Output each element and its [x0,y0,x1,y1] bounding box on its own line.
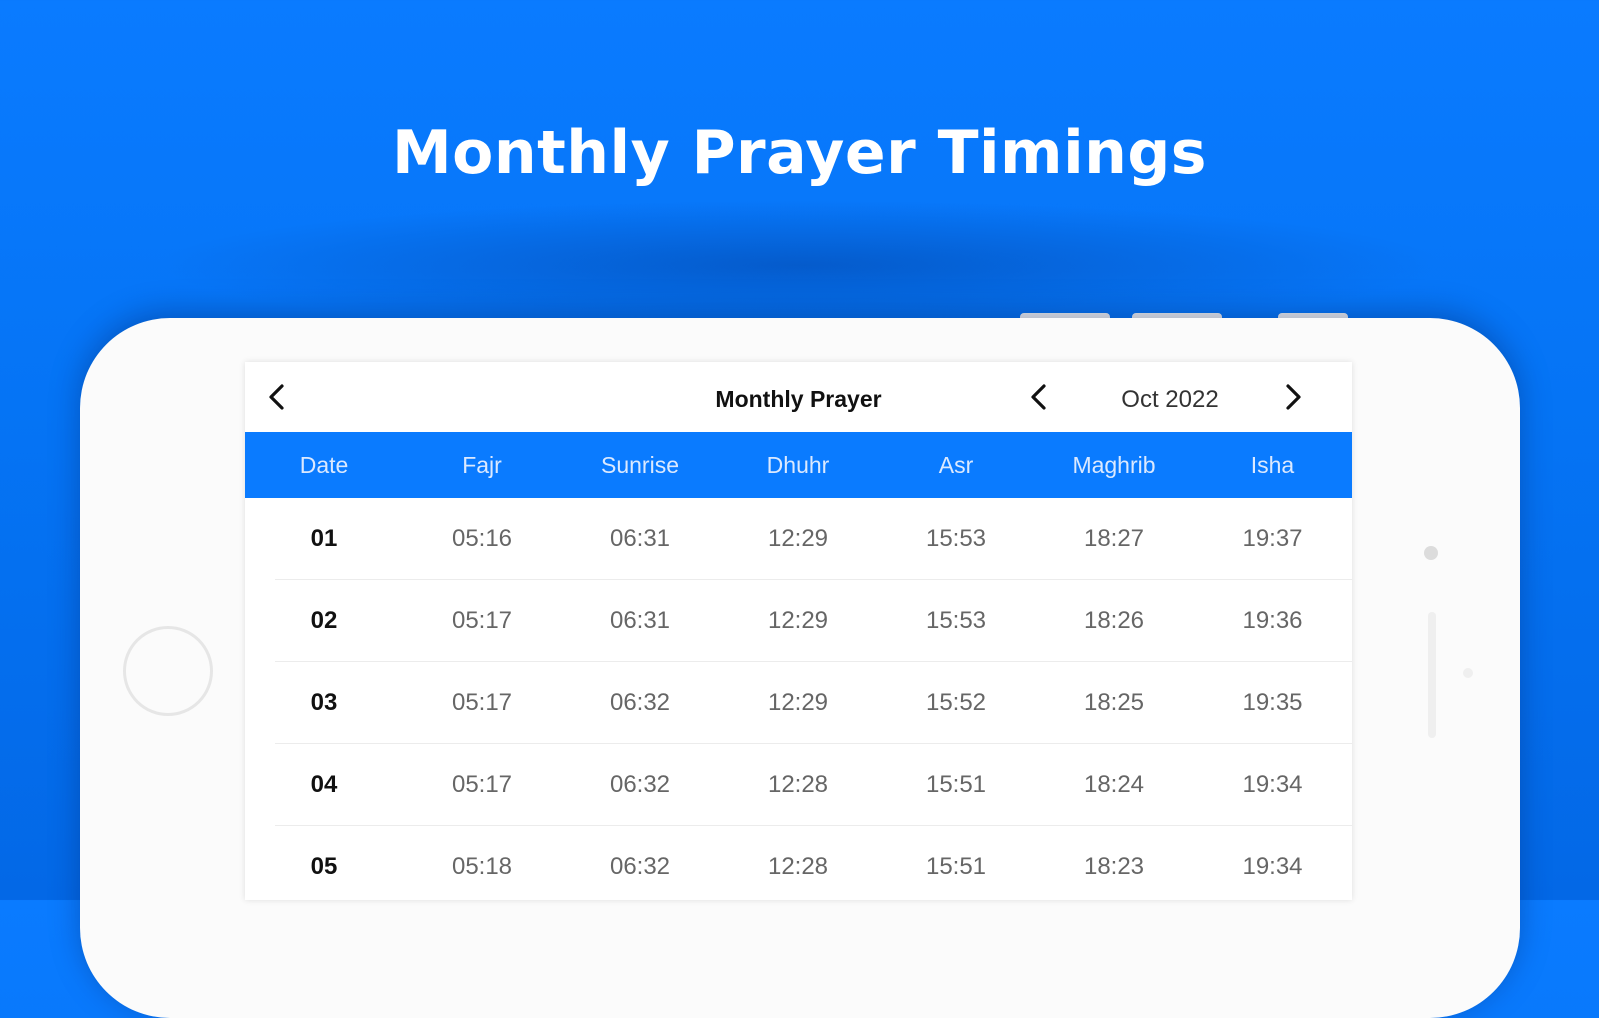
table-header: Date Fajr Sunrise Dhuhr Asr Maghrib Isha [245,432,1352,498]
cell-date: 04 [310,771,338,798]
cell-fajr: 05:17 [451,689,513,716]
column-header-dhuhr: Dhuhr [766,451,830,478]
phone-home-button [123,626,213,716]
table-row: 01 05:16 06:31 12:29 15:53 18:27 19:37 [245,498,1352,580]
cell-dhuhr: 12:28 [767,853,829,880]
cell-asr: 15:52 [925,689,987,716]
previous-month-button[interactable] [1021,379,1057,415]
cell-date: 02 [310,607,338,634]
cell-maghrib: 18:23 [1083,853,1145,880]
column-header-date: Date [299,451,349,478]
app-screen: Monthly Prayer Oct 2022 Date Fajr Sunris… [245,362,1352,900]
cell-maghrib: 18:26 [1083,607,1145,634]
table-row: 02 05:17 06:31 12:29 15:53 18:26 19:36 [245,580,1352,662]
cell-fajr: 05:17 [451,771,513,798]
cell-asr: 15:51 [925,771,987,798]
current-month-label: Oct 2022 [1121,386,1219,413]
cell-asr: 15:53 [925,525,987,552]
promo-headline: Monthly Prayer Timings [391,118,1208,188]
table-row: 05 05:18 06:32 12:28 15:51 18:23 19:34 [245,826,1352,900]
cell-sunrise: 06:32 [609,689,671,716]
chevron-left-icon [1031,384,1046,410]
cell-date: 05 [310,853,338,880]
cell-maghrib: 18:27 [1083,525,1145,552]
cell-dhuhr: 12:28 [767,771,829,798]
cell-fajr: 05:18 [451,853,513,880]
phone-shadow [150,200,1450,330]
phone-sensor [1463,668,1473,678]
table-row: 03 05:17 06:32 12:29 15:52 18:25 19:35 [245,662,1352,744]
table-row: 04 05:17 06:32 12:28 15:51 18:24 19:34 [245,744,1352,826]
cell-isha: 19:34 [1242,853,1303,880]
cell-dhuhr: 12:29 [767,525,829,552]
column-header-isha: Isha [1250,451,1295,478]
cell-fajr: 05:16 [451,525,513,552]
next-month-button[interactable] [1275,379,1311,415]
cell-sunrise: 06:31 [609,607,671,634]
column-header-fajr: Fajr [462,451,502,478]
column-header-asr: Asr [938,451,974,478]
cell-dhuhr: 12:29 [767,689,829,716]
cell-isha: 19:37 [1242,525,1303,552]
cell-fajr: 05:17 [451,607,513,634]
cell-dhuhr: 12:29 [767,607,829,634]
cell-sunrise: 06:32 [609,853,671,880]
cell-isha: 19:34 [1242,771,1303,798]
chevron-right-icon [1286,384,1301,410]
cell-isha: 19:35 [1242,689,1303,716]
column-header-sunrise: Sunrise [601,451,679,478]
phone-speaker [1428,612,1436,738]
cell-asr: 15:51 [925,853,987,880]
column-header-maghrib: Maghrib [1072,451,1156,478]
phone-camera [1424,546,1438,560]
cell-date: 01 [310,525,338,552]
cell-maghrib: 18:25 [1083,689,1145,716]
cell-asr: 15:53 [925,607,987,634]
cell-date: 03 [310,689,338,716]
cell-maghrib: 18:24 [1083,771,1145,798]
app-bar: Monthly Prayer Oct 2022 [245,362,1352,432]
cell-sunrise: 06:31 [609,525,671,552]
cell-sunrise: 06:32 [609,771,671,798]
cell-isha: 19:36 [1242,607,1303,634]
